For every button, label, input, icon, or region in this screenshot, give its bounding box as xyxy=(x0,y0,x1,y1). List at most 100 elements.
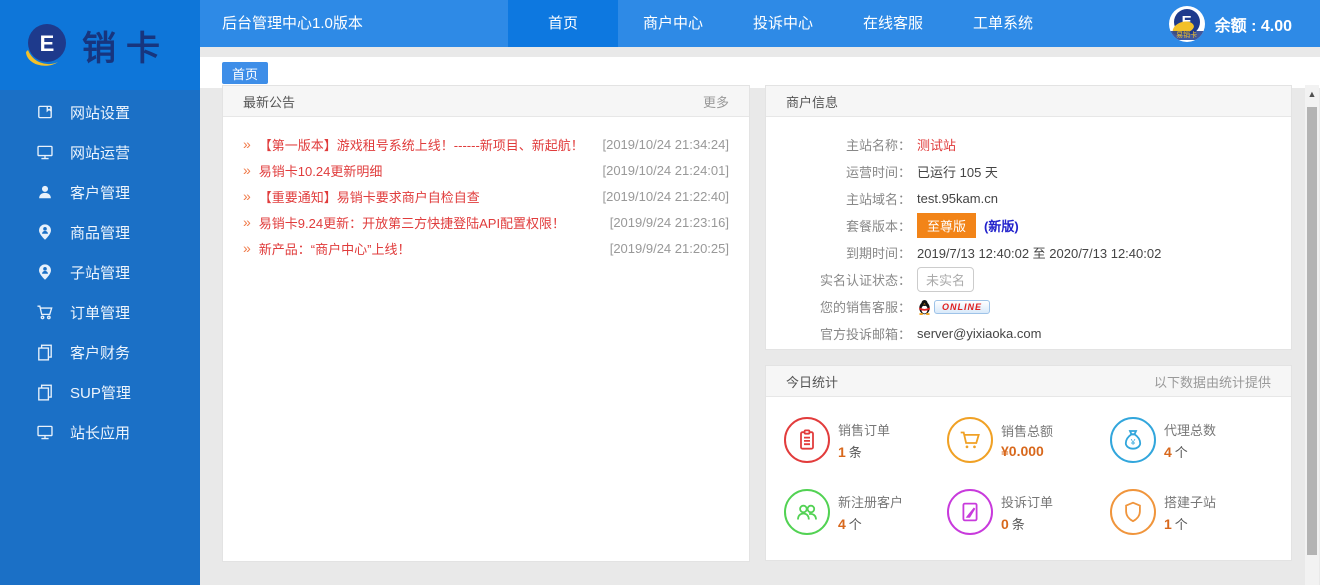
svg-text:¥: ¥ xyxy=(1130,438,1136,447)
announcement-title: 易销卡10.24更新明细 xyxy=(259,161,593,180)
announcements-panel: 最新公告 更多 » 【第一版本】游戏租号系统上线！------新项目、新起航！ … xyxy=(222,85,750,562)
vertical-scrollbar[interactable]: ▲ xyxy=(1305,85,1319,585)
plan-badge[interactable]: 至尊版 xyxy=(917,213,976,238)
stat-unit: 个 xyxy=(1175,517,1188,532)
field-label: 套餐版本： xyxy=(766,216,911,235)
merchant-info-title: 商户信息 xyxy=(786,92,838,111)
announcement-title: 新产品：“商户中心”上线！ xyxy=(259,239,600,258)
logo-area: E 销卡 xyxy=(0,0,200,90)
badge-ribbon: 易销卡 xyxy=(1169,31,1205,40)
announcement-title: 【重要通知】易销卡要求商户自检自查 xyxy=(259,187,593,206)
cart-icon xyxy=(36,303,54,321)
field-label: 官方投诉邮箱： xyxy=(766,324,911,343)
nav-item-ticket-system[interactable]: 工单系统 xyxy=(948,0,1058,47)
app-title: 后台管理中心1.0版本 xyxy=(222,0,363,47)
field-label: 主站域名： xyxy=(766,189,911,208)
announcements-header: 最新公告 更多 xyxy=(223,86,749,117)
stat-new-customers: 新注册客户 4个 xyxy=(784,489,947,535)
today-stats-body: 销售订单 1条 销售总额 ¥0.000 ¥ 代理总数 xyxy=(766,397,1291,535)
svg-text:E: E xyxy=(40,31,55,56)
announcement-date: [2019/10/24 21:24:01] xyxy=(602,163,729,178)
sidebar-item-substation-management[interactable]: 子站管理 xyxy=(0,252,200,292)
stat-value: 4 xyxy=(838,516,846,532)
sidebar-item-site-operation[interactable]: 网站运营 xyxy=(0,132,200,172)
announcement-row[interactable]: » 【重要通知】易销卡要求商户自检自查 [2019/10/24 21:22:40… xyxy=(243,183,729,209)
sidebar-item-customer-management[interactable]: 客户管理 xyxy=(0,172,200,212)
nav-item-merchant-center[interactable]: 商户中心 xyxy=(618,0,728,47)
announcement-date: [2019/10/24 21:22:40] xyxy=(602,189,729,204)
qq-service-badge[interactable]: ONLINE xyxy=(917,299,990,315)
scroll-up-arrow-icon[interactable]: ▲ xyxy=(1305,87,1319,101)
domain-value: test.95kam.cn xyxy=(917,191,998,206)
merchant-info-body: 主站名称： 测试站 运营时间： 已运行 105 天 主站域名： test.95k… xyxy=(766,117,1291,347)
announcements-more-link[interactable]: 更多 xyxy=(703,92,729,111)
announcement-row[interactable]: » 易销卡9.24更新：开放第三方快捷登陆API配置权限！ [2019/9/24… xyxy=(243,209,729,235)
doc-edit-icon xyxy=(947,489,993,535)
sidebar-item-label: 网站设置 xyxy=(70,102,130,123)
announcement-row[interactable]: » 【第一版本】游戏租号系统上线！------新项目、新起航！ [2019/10… xyxy=(243,131,729,157)
merchant-row-domain: 主站域名： test.95kam.cn xyxy=(766,185,1291,212)
merchant-row-service: 您的销售客服： ONLINE xyxy=(766,293,1291,320)
scrollbar-thumb[interactable] xyxy=(1307,107,1317,555)
sidebar-item-label: 网站运营 xyxy=(70,142,130,163)
sidebar-item-label: 客户管理 xyxy=(70,182,130,203)
sidebar-item-webmaster-apps[interactable]: 站长应用 xyxy=(0,412,200,452)
nav-item-complaint-center[interactable]: 投诉中心 xyxy=(728,0,838,47)
files-icon xyxy=(36,343,54,361)
nav-item-home[interactable]: 首页 xyxy=(508,0,618,47)
moneybag-icon: ¥ xyxy=(1110,417,1156,463)
stat-complaint-orders: 投诉订单 0条 xyxy=(947,489,1110,535)
stat-agent-total: ¥ 代理总数 4个 xyxy=(1110,417,1273,463)
sidebar-item-label: 站长应用 xyxy=(70,422,130,443)
nav-item-online-service[interactable]: 在线客服 xyxy=(838,0,948,47)
field-label: 到期时间： xyxy=(766,243,911,262)
stat-unit: 条 xyxy=(1012,517,1025,532)
plan-new-link[interactable]: (新版) xyxy=(984,216,1019,235)
announcement-row[interactable]: » 新产品：“商户中心”上线！ [2019/9/24 21:20:25] xyxy=(243,235,729,261)
realname-status-button[interactable]: 未实名 xyxy=(917,267,974,292)
sidebar-item-label: 订单管理 xyxy=(70,302,130,323)
sidebar-item-customer-finance[interactable]: 客户财务 xyxy=(0,332,200,372)
stat-label: 新注册客户 xyxy=(838,492,903,511)
balance-label: 余额 : 4.00 xyxy=(1215,12,1292,36)
stat-value: 1 xyxy=(1164,516,1172,532)
field-label: 您的销售客服： xyxy=(766,297,911,316)
notebook-icon xyxy=(36,103,54,121)
stat-label: 搭建子站 xyxy=(1164,492,1216,511)
cart-icon xyxy=(947,417,993,463)
today-stats-title: 今日统计 xyxy=(786,372,838,391)
account-badge-icon: E 易销卡 xyxy=(1169,6,1205,42)
double-chevron-icon: » xyxy=(243,136,251,152)
merchant-row-site-name: 主站名称： 测试站 xyxy=(766,131,1291,158)
sidebar-item-product-management[interactable]: 商品管理 xyxy=(0,212,200,252)
merchant-row-email: 官方投诉邮箱： server@yixiaoka.com xyxy=(766,320,1291,347)
stat-value: ¥0.000 xyxy=(1001,443,1044,459)
stat-label: 代理总数 xyxy=(1164,420,1216,439)
monitor-icon xyxy=(36,143,54,161)
email-value: server@yixiaoka.com xyxy=(917,326,1041,341)
today-stats-panel: 今日统计 以下数据由统计提供 销售订单 1条 销售总额 ¥0.000 xyxy=(765,365,1292,561)
double-chevron-icon: » xyxy=(243,188,251,204)
breadcrumb-home-button[interactable]: 首页 xyxy=(222,62,268,84)
expire-value: 2019/7/13 12:40:02 至 2020/7/13 12:40:02 xyxy=(917,243,1161,262)
brand-name: 销卡 xyxy=(82,21,170,70)
pin-user-icon xyxy=(36,263,54,281)
sidebar-menu: 网站设置 网站运营 客户管理 商品管理 子站管理 订单管理 xyxy=(0,92,200,452)
sidebar-item-label: 商品管理 xyxy=(70,222,130,243)
stat-value: 1 xyxy=(838,444,846,460)
sidebar-item-order-management[interactable]: 订单管理 xyxy=(0,292,200,332)
monitor-icon xyxy=(36,423,54,441)
stat-sales-total: 销售总额 ¥0.000 xyxy=(947,417,1110,463)
today-stats-note: 以下数据由统计提供 xyxy=(1154,372,1271,391)
sidebar-item-label: SUP管理 xyxy=(70,382,131,403)
qq-online-label: ONLINE xyxy=(934,300,990,314)
clipboard-icon xyxy=(784,417,830,463)
stat-unit: 个 xyxy=(1175,445,1188,460)
pin-user-icon xyxy=(36,223,54,241)
balance-area[interactable]: E 易销卡 余额 : 4.00 xyxy=(1169,0,1292,47)
sidebar-item-label: 子站管理 xyxy=(70,262,130,283)
sidebar-item-site-settings[interactable]: 网站设置 xyxy=(0,92,200,132)
field-label: 运营时间： xyxy=(766,162,911,181)
announcement-row[interactable]: » 易销卡10.24更新明细 [2019/10/24 21:24:01] xyxy=(243,157,729,183)
sidebar-item-sup-management[interactable]: SUP管理 xyxy=(0,372,200,412)
